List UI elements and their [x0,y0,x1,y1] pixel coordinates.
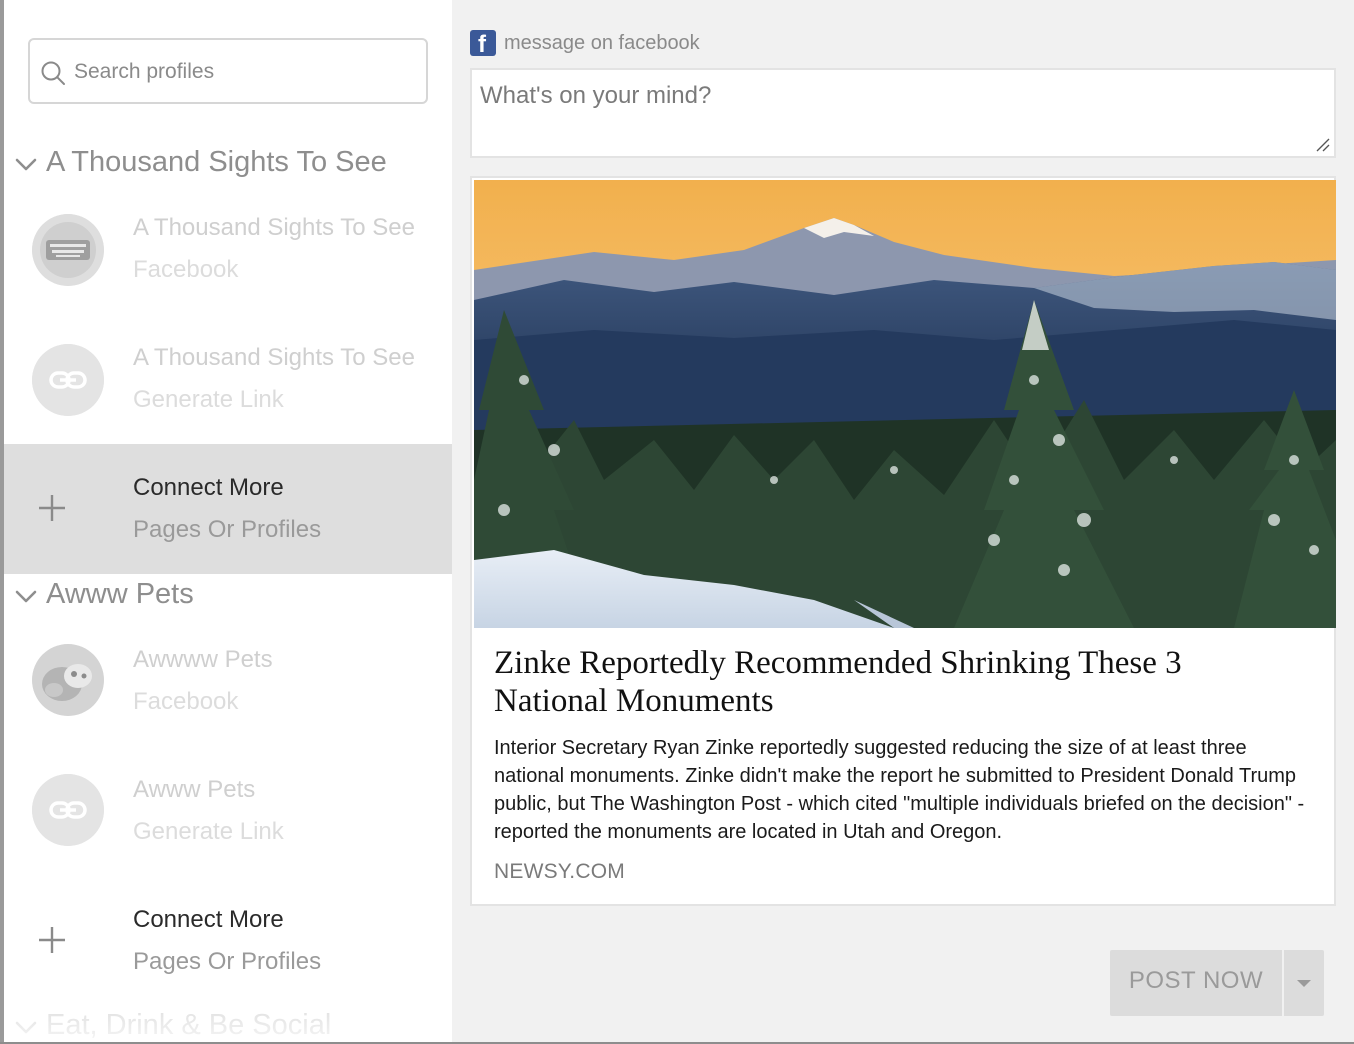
group-header-eat-drink[interactable]: Eat, Drink & Be Social [4,1005,452,1042]
post-now-button-group: POST NOW [1110,950,1324,1016]
preview-title: Zinke Reportedly Recommended Shrinking T… [494,645,1182,719]
link-icon [32,344,104,416]
message-composer[interactable] [470,68,1336,158]
connect-more-sublabel: Pages Or Profiles [133,948,322,975]
caret-down-icon [1297,980,1311,987]
connect-more-button[interactable]: Connect More Pages Or Profiles [4,444,452,574]
profile-name: A Thousand Sights To See [133,344,415,371]
group-title: Awww Pets [46,578,194,610]
facebook-icon: f [470,30,496,58]
chevron-down-icon [15,1021,37,1034]
connect-more-label: Connect More [133,906,284,933]
profile-network: Facebook [133,256,239,283]
profile-network: Facebook [133,688,239,715]
plus-icon [39,927,65,953]
profile-sidebar: A Thousand Sights To See A Thousand Sigh… [4,0,452,1042]
profile-name: Awwww Pets [133,646,273,673]
connect-more-label: Connect More [133,474,284,501]
link-avatar [32,344,104,416]
connect-more-sublabel: Pages Or Profiles [133,516,322,543]
message-textarea[interactable] [472,70,1334,156]
group-title: Eat, Drink & Be Social [46,1009,332,1041]
pet-avatar [32,644,104,716]
link-icon [32,774,104,846]
post-now-button[interactable]: POST NOW [1110,950,1282,1016]
profile-network: Generate Link [133,818,284,845]
post-options-dropdown[interactable] [1284,950,1324,1016]
profile-row-generate-link[interactable]: A Thousand Sights To See Generate Link [4,314,452,444]
group-title: A Thousand Sights To See [46,146,387,178]
profile-network: Generate Link [133,386,284,413]
link-avatar [32,774,104,846]
search-box[interactable] [28,38,428,104]
page-logo-avatar [32,214,104,286]
group-header-a-thousand-sights[interactable]: A Thousand Sights To See [4,142,452,188]
connect-more-button[interactable]: Connect More Pages Or Profiles [4,874,452,1004]
channel-label-text: message on facebook [504,32,700,54]
resize-handle-icon[interactable] [1316,138,1330,152]
preview-domain: NEWSY.COM [494,860,625,883]
profile-row-facebook[interactable]: A Thousand Sights To See Facebook [4,184,452,314]
search-icon [41,61,65,85]
preview-description: Interior Secretary Ryan Zinke reportedly… [494,737,1305,843]
search-input[interactable] [74,52,414,92]
profile-name: A Thousand Sights To See [133,214,415,241]
profile-row-generate-link[interactable]: Awww Pets Generate Link [4,744,452,874]
chevron-down-icon [15,158,37,171]
profile-row-facebook[interactable]: Awwww Pets Facebook [4,614,452,744]
link-preview-card[interactable]: Zinke Reportedly Recommended Shrinking T… [470,176,1336,906]
profile-name: Awww Pets [133,776,256,803]
chevron-down-icon [15,590,37,603]
preview-image [474,180,1336,628]
plus-icon [39,495,65,521]
